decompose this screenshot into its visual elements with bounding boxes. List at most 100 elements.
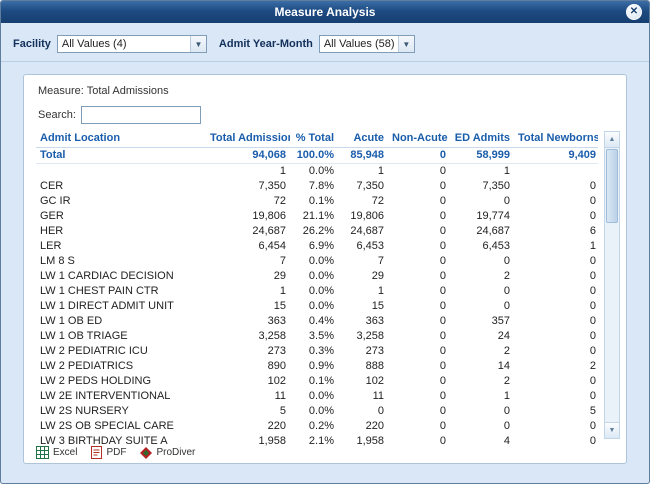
table-row[interactable]: LW 1 CHEST PAIN CTR 1 0.0% 1 0 0 0 [36, 284, 598, 299]
table-cell: 0 [377, 405, 384, 417]
admissions-table-area: Admit Location Total Admissions % Total … [36, 130, 598, 449]
table-cell: HER [40, 225, 64, 237]
export-excel-button[interactable]: Excel [36, 446, 77, 459]
table-cell: LW 2 PEDIATRICS [40, 360, 134, 372]
table-cell: 0 [439, 420, 446, 432]
total-row[interactable]: Total 94,068 100.0% 85,948 0 58,999 9,40… [36, 147, 598, 164]
table-cell: LW 1 OB TRIAGE [40, 330, 128, 342]
export-excel-label: Excel [53, 447, 78, 458]
table-cell: 273 [267, 345, 286, 357]
table-row[interactable]: LER 6,454 6.9% 6,453 0 6,453 1 [36, 239, 598, 254]
scroll-up-icon[interactable]: ▲ [605, 132, 619, 148]
facility-label: Facility [13, 38, 51, 50]
table-cell: LW 2E INTERVENTIONAL [40, 390, 171, 402]
table-cell: 0 [503, 405, 510, 417]
table-row[interactable]: LW 1 DIRECT ADMIT UNIT 15 0.0% 15 0 0 0 [36, 299, 598, 314]
results-panel: Measure: Total Admissions Search: Admit … [23, 74, 627, 464]
table-cell: 0 [589, 435, 596, 447]
dialog-title: Measure Analysis [274, 5, 376, 19]
table-row[interactable]: LM 8 S 7 0.0% 7 0 0 0 [36, 254, 598, 269]
admit-year-month-dropdown[interactable]: All Values (58) ▼ [318, 35, 415, 53]
close-icon[interactable]: ✕ [626, 4, 642, 20]
table-cell: LW 2 PEDIATRIC ICU [40, 345, 148, 357]
export-prodiver-button[interactable]: ProDiver [140, 446, 196, 459]
table-cell: 0 [439, 210, 446, 222]
table-cell: 1,958 [356, 435, 384, 447]
table-row[interactable]: HER 24,687 26.2% 24,687 0 24,687 6 [36, 224, 598, 239]
table-cell: 0 [439, 315, 446, 327]
table-cell: 0 [589, 420, 596, 432]
table-cell: 24,687 [476, 225, 510, 237]
column-header-acute[interactable]: Acute [338, 130, 388, 148]
table-row[interactable]: CER 7,350 7.8% 7,350 0 7,350 0 [36, 179, 598, 194]
table-row[interactable]: GC IR 72 0.1% 72 0 0 0 [36, 194, 598, 209]
table-row[interactable]: LW 2S NURSERY 5 0.0% 0 0 0 5 [36, 404, 598, 419]
table-row[interactable]: LW 1 OB TRIAGE 3,258 3.5% 3,258 0 24 0 [36, 329, 598, 344]
measure-analysis-dialog: Measure Analysis ✕ Facility All Values (… [0, 0, 650, 484]
table-cell: 2 [503, 270, 510, 282]
scroll-down-icon[interactable]: ▼ [605, 422, 619, 438]
table-row[interactable]: LW 1 OB ED 363 0.4% 363 0 357 0 [36, 314, 598, 329]
table-cell: 1 [589, 240, 596, 252]
column-header-total-newborns[interactable]: Total Newborns [514, 130, 598, 148]
column-header-admit-location[interactable]: Admit Location [36, 130, 206, 148]
table-cell: LER [40, 240, 62, 252]
table-cell: 0 [439, 195, 446, 207]
export-pdf-button[interactable]: PDF [91, 446, 126, 459]
table-cell: 24,687 [350, 225, 384, 237]
vertical-scrollbar[interactable]: ▲ ▼ [604, 131, 620, 439]
table-cell: 1 [503, 165, 510, 177]
column-header-total-admissions[interactable]: Total Admissions [206, 130, 290, 148]
table-row[interactable]: LW 2 PEDIATRICS 890 0.9% 888 0 14 2 [36, 359, 598, 374]
table-cell: 0 [439, 255, 446, 267]
measure-label: Measure: Total Admissions [38, 85, 169, 97]
table-row[interactable]: LW 2 PEDIATRIC ICU 273 0.3% 273 0 2 0 [36, 344, 598, 359]
table-cell: CER [40, 180, 64, 192]
table-cell: 0 [503, 285, 510, 297]
table-row[interactable]: LW 1 CARDIAC DECISION 29 0.0% 29 0 2 0 [36, 269, 598, 284]
table-cell: 220 [365, 420, 384, 432]
table-row[interactable]: GER 19,806 21.1% 19,806 0 19,774 0 [36, 209, 598, 224]
table-header-row: Admit Location Total Admissions % Total … [36, 130, 598, 148]
table-cell: 0 [503, 255, 510, 267]
table-cell: 3,258 [356, 330, 384, 342]
search-input[interactable] [80, 106, 201, 124]
table-row[interactable]: 1 0.0% 1 0 1 [36, 164, 598, 180]
table-cell: 21.1% [302, 210, 334, 222]
table-cell: 19,806 [350, 210, 384, 222]
table-cell: LW 1 CARDIAC DECISION [40, 270, 174, 282]
table-cell: 888 [365, 360, 384, 372]
table-cell: 0.0% [308, 255, 334, 267]
export-prodiver-label: ProDiver [156, 447, 196, 458]
table-cell: 0 [503, 300, 510, 312]
table-row[interactable]: LW 2S OB SPECIAL CARE 220 0.2% 220 0 0 0 [36, 419, 598, 434]
column-header-percent-total[interactable]: % Total [290, 130, 338, 148]
facility-dropdown[interactable]: All Values (4) ▼ [56, 35, 207, 53]
column-header-ed-admits[interactable]: ED Admits [450, 130, 514, 148]
table-cell: 29 [371, 270, 384, 282]
table-row[interactable]: LW 2E INTERVENTIONAL 11 0.0% 11 0 1 0 [36, 389, 598, 404]
table-cell: 6.9% [308, 240, 334, 252]
search-label: Search: [38, 109, 76, 121]
table-cell: LW 2S NURSERY [40, 405, 129, 417]
scroll-thumb[interactable] [606, 149, 618, 223]
table-cell: LW 1 OB ED [40, 315, 103, 327]
table-cell: LW 2 PEDS HOLDING [40, 375, 152, 387]
table-cell [514, 164, 598, 180]
table-cell: 0.0% [308, 390, 334, 402]
export-bar: Excel PDF ProDiver [36, 446, 195, 459]
table-cell: 0 [439, 360, 446, 372]
chevron-down-icon: ▼ [189, 36, 206, 52]
table-row[interactable]: LW 2 PEDS HOLDING 102 0.1% 102 0 2 0 [36, 374, 598, 389]
table-cell: 3,258 [258, 330, 286, 342]
table-cell: LW 2S OB SPECIAL CARE [40, 420, 174, 432]
prodiver-icon [140, 446, 153, 459]
table-cell: 6,453 [356, 240, 384, 252]
dialog-titlebar: Measure Analysis ✕ [1, 1, 649, 23]
column-header-non-acute[interactable]: Non-Acute [388, 130, 450, 148]
table-cell: 24,687 [252, 225, 286, 237]
table-cell: 0 [503, 195, 510, 207]
table-cell: 0 [589, 255, 596, 267]
table-cell: 0 [439, 240, 446, 252]
table-cell: 0 [439, 375, 446, 387]
